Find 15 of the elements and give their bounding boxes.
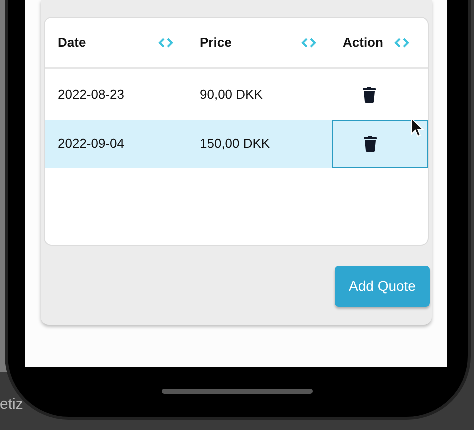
- price-cell-text: 150,00 DKK: [199, 135, 272, 154]
- mouse-pointer-icon: [411, 118, 424, 138]
- sort-icon[interactable]: [394, 36, 410, 48]
- column-header[interactable]: Date: [45, 18, 187, 67]
- column-header[interactable]: Price: [187, 18, 330, 67]
- date-cell-text: 2022-08-23: [57, 86, 126, 104]
- table-row[interactable]: 2022-09-04 150,00 DKK: [45, 120, 428, 168]
- sort-icon[interactable]: [301, 36, 317, 48]
- date-cell-text: 2022-09-04: [57, 135, 126, 154]
- trash-icon[interactable]: [362, 86, 376, 102]
- column-header[interactable]: Action: [330, 18, 428, 67]
- trash-icon[interactable]: [364, 136, 376, 152]
- sort-icon[interactable]: [158, 36, 174, 48]
- price-cell-text: 90,00 DKK: [199, 86, 264, 104]
- background-text: etiz: [0, 395, 24, 415]
